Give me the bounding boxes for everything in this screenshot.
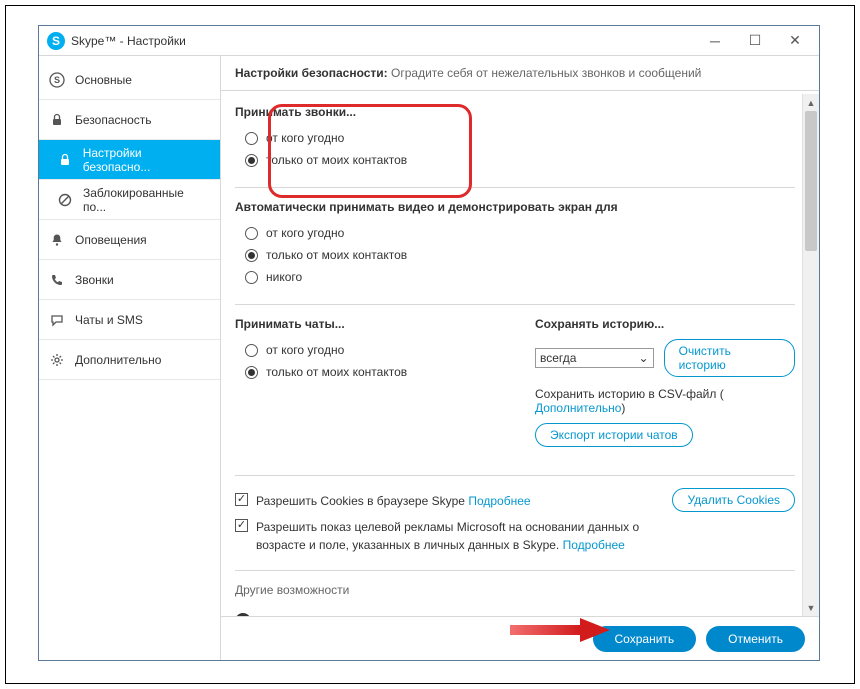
settings-panel: Принимать звонки... от кого угодно тольк… [221, 91, 819, 616]
sidebar-item-label: Заблокированные по... [83, 186, 210, 214]
titlebar: S Skype™ - Настройки ─ ☐ ✕ [39, 26, 819, 56]
calls-title: Принимать звонки... [235, 105, 795, 119]
separator [235, 570, 795, 571]
chats-title: Принимать чаты... [235, 317, 495, 331]
sidebar-item-blocked[interactable]: Заблокированные по... [39, 180, 220, 220]
video-anyone-radio[interactable]: от кого угодно [235, 222, 795, 244]
close-button[interactable]: ✕ [775, 27, 815, 55]
save-button[interactable]: Сохранить [593, 626, 697, 652]
chats-contacts-radio[interactable]: только от моих контактов [235, 361, 495, 383]
cookies-more-link[interactable]: Подробнее [468, 494, 530, 508]
sidebar-item-label: Безопасность [75, 113, 152, 127]
sidebar: S Основные Безопасность Настройки безопа… [39, 56, 221, 660]
sidebar-item-chats[interactable]: Чаты и SMS [39, 300, 220, 340]
sidebar-item-security[interactable]: Безопасность [39, 100, 220, 140]
csv-advanced-link[interactable]: Дополнительно [535, 401, 621, 415]
maximize-button[interactable]: ☐ [735, 27, 775, 55]
sidebar-item-calls[interactable]: Звонки [39, 260, 220, 300]
settings-window: S Skype™ - Настройки ─ ☐ ✕ S Основные Бе… [38, 25, 820, 661]
sidebar-item-label: Основные [75, 73, 132, 87]
chat-icon [49, 312, 65, 328]
ads-checkbox-row: Разрешить показ целевой рекламы Microsof… [235, 514, 652, 558]
chats-group: Принимать чаты... от кого угодно только … [235, 317, 495, 447]
ads-more-link[interactable]: Подробнее [563, 538, 625, 552]
radio-icon [245, 227, 258, 240]
other-title: Другие возможности [235, 583, 795, 597]
sidebar-item-general[interactable]: S Основные [39, 60, 220, 100]
window-title: Skype™ - Настройки [71, 34, 695, 48]
calls-anyone-radio[interactable]: от кого угодно [235, 127, 795, 149]
lock-icon [57, 152, 73, 168]
video-contacts-radio[interactable]: только от моих контактов [235, 244, 795, 266]
skype-logo-icon: S [47, 32, 65, 50]
separator [235, 187, 795, 188]
sidebar-item-advanced[interactable]: Дополнительно [39, 340, 220, 380]
calls-contacts-radio[interactable]: только от моих контактов [235, 149, 795, 171]
history-title: Сохранять историю... [535, 317, 795, 331]
footer: Сохранить Отменить [221, 616, 819, 660]
chats-anyone-radio[interactable]: от кого угодно [235, 339, 495, 361]
calls-group: Принимать звонки... от кого угодно тольк… [235, 105, 795, 171]
video-title: Автоматически принимать видео и демонстр… [235, 200, 795, 214]
export-history-button[interactable]: Экспорт истории чатов [535, 423, 693, 447]
history-group: Сохранять историю... всегда⌄ Очистить ис… [535, 317, 795, 447]
gear-icon [49, 352, 65, 368]
radio-icon [245, 249, 258, 262]
bell-icon [49, 232, 65, 248]
separator [235, 475, 795, 476]
radio-icon [245, 366, 258, 379]
sidebar-item-label: Чаты и SMS [75, 313, 143, 327]
sidebar-item-notifications[interactable]: Оповещения [39, 220, 220, 260]
privacy-info-link[interactable]: Дополнительная информация об информацион… [259, 613, 795, 616]
sidebar-item-label: Звонки [75, 273, 114, 287]
content-header: Настройки безопасности: Оградите себя от… [221, 56, 819, 91]
svg-text:S: S [54, 75, 60, 85]
minimize-button[interactable]: ─ [695, 27, 735, 55]
skype-icon: S [49, 72, 65, 88]
blocked-icon [57, 192, 73, 208]
csv-line: Сохранить историю в CSV-файл ( Дополните… [535, 387, 795, 415]
delete-cookies-button[interactable]: Удалить Cookies [672, 488, 795, 512]
ads-checkbox[interactable] [235, 519, 248, 532]
phone-icon [49, 272, 65, 288]
scroll-up-icon[interactable]: ▲ [803, 94, 819, 111]
scroll-down-icon[interactable]: ▼ [803, 599, 819, 616]
video-none-radio[interactable]: никого [235, 266, 795, 288]
info-icon: i [235, 613, 251, 616]
radio-icon [245, 344, 258, 357]
cookies-checkbox[interactable] [235, 493, 248, 506]
history-select[interactable]: всегда⌄ [535, 348, 654, 368]
scroll-thumb[interactable] [805, 111, 817, 251]
radio-icon [245, 154, 258, 167]
sidebar-item-label: Дополнительно [75, 353, 161, 367]
scrollbar[interactable]: ▲ ▼ [802, 94, 819, 616]
clear-history-button[interactable]: Очистить историю [664, 339, 795, 377]
cancel-button[interactable]: Отменить [706, 626, 805, 652]
separator [235, 304, 795, 305]
sidebar-item-label: Оповещения [75, 233, 147, 247]
sidebar-item-label: Настройки безопасно... [83, 146, 210, 174]
radio-icon [245, 271, 258, 284]
chevron-down-icon: ⌄ [639, 351, 649, 365]
video-group: Автоматически принимать видео и демонстр… [235, 200, 795, 288]
lock-icon [49, 112, 65, 128]
sidebar-item-security-settings[interactable]: Настройки безопасно... [39, 140, 220, 180]
radio-icon [245, 132, 258, 145]
cookies-checkbox-row: Разрешить Cookies в браузере Skype Подро… [235, 488, 652, 514]
